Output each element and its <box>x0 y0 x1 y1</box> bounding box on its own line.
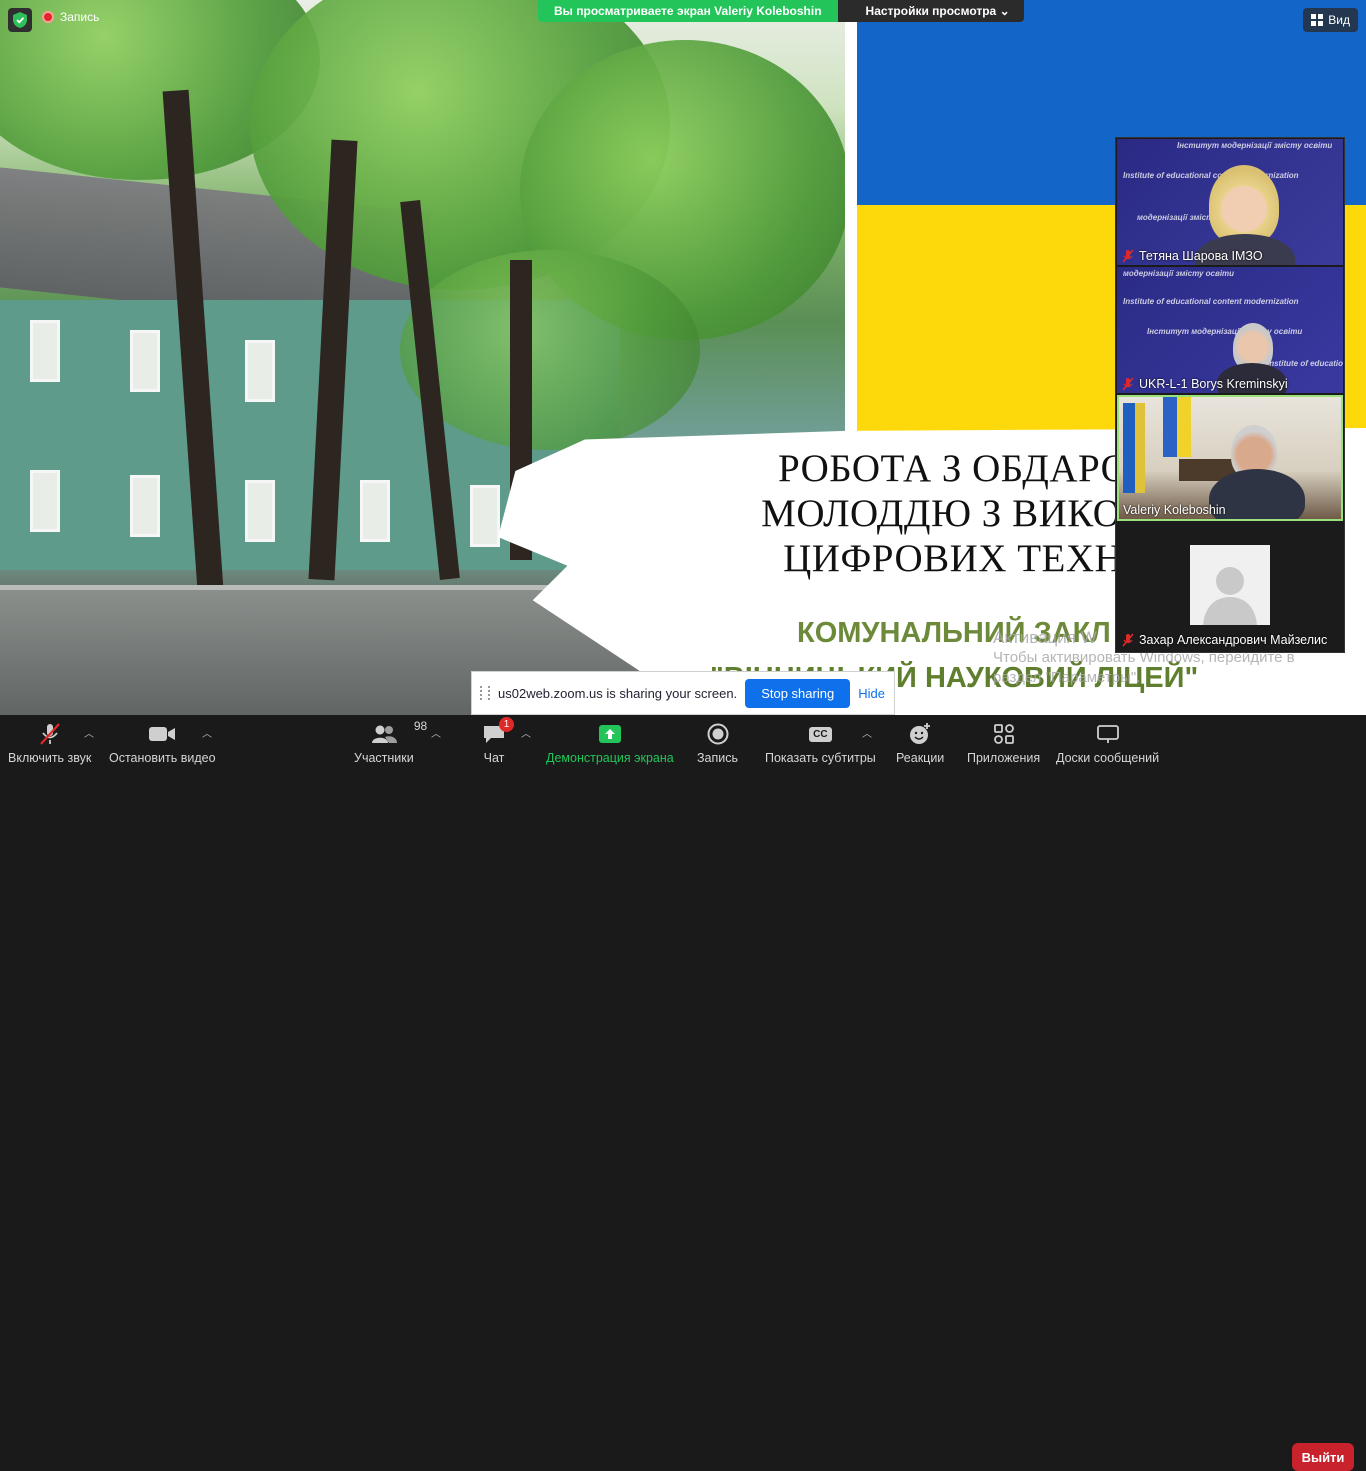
view-options-button[interactable]: Настройки просмотра ⌄ <box>837 0 1024 22</box>
share-banner: Вы просматриваете экран Valeriy Kolebosh… <box>538 0 1024 22</box>
default-user-icon <box>1203 567 1257 625</box>
participant-name-text: Захар Александрович Майзелис <box>1139 633 1328 647</box>
record-dot-icon <box>42 11 54 23</box>
virtual-background-text: Institute of educational content moderni… <box>1123 297 1299 306</box>
stop-sharing-button[interactable]: Stop sharing <box>745 678 851 708</box>
closed-captions-icon: CC <box>809 726 832 742</box>
participants-button[interactable]: 98 Участники <box>354 719 427 765</box>
recording-indicator[interactable]: Запись <box>42 10 99 24</box>
smiley-add-icon <box>910 723 931 744</box>
virtual-background-text: Institute of educational content moderni… <box>1123 171 1299 180</box>
virtual-background-text: Інститут модернізації змісту освіти <box>1147 327 1303 336</box>
record-label: Запись <box>697 751 739 765</box>
drag-handle-icon[interactable] <box>480 686 490 700</box>
record-button[interactable]: Запись <box>697 721 738 765</box>
chevron-up-icon[interactable]: ︿ <box>84 725 94 740</box>
video-camera-icon <box>149 727 176 741</box>
chat-label: Чат <box>483 751 505 765</box>
virtual-background-text: Institute of education <box>1267 359 1343 368</box>
chevron-up-icon[interactable]: ︿ <box>431 725 441 740</box>
chat-unread-badge: 1 <box>499 717 514 732</box>
participant-tile[interactable]: Інститут модернізації змісту освіти Inst… <box>1117 139 1343 265</box>
stop-video-button[interactable]: Остановить видео <box>109 721 216 765</box>
grid-icon <box>1311 14 1324 26</box>
view-button[interactable]: Вид <box>1303 8 1358 32</box>
mic-muted-icon <box>1122 249 1134 263</box>
mic-muted-icon <box>1122 377 1134 391</box>
participant-name-text: Valeriy Koleboshin <box>1123 503 1226 517</box>
mic-muted-icon <box>39 723 60 745</box>
virtual-background-text: модернізації змісту освіти <box>1123 269 1235 278</box>
captions-label: Показать субтитры <box>765 751 876 765</box>
hide-button[interactable]: Hide <box>858 686 885 701</box>
screen-sharing-toast: us02web.zoom.us is sharing your screen. … <box>471 671 895 715</box>
view-label: Вид <box>1328 13 1350 27</box>
participants-count: 98 <box>413 719 428 733</box>
apps-icon <box>993 724 1014 744</box>
chevron-up-icon[interactable]: ︿ <box>521 725 531 740</box>
participant-name: Захар Александрович Майзелис <box>1121 633 1327 647</box>
video-label: Остановить видео <box>109 751 216 765</box>
participant-name-text: Тетяна Шарова ІМЗО <box>1139 249 1263 263</box>
chat-button[interactable]: 1 Чат <box>482 717 514 765</box>
watermark-line-3: раздел "Параметры". <box>993 669 1141 686</box>
chevron-up-icon[interactable]: ︿ <box>202 725 212 740</box>
apps-label: Приложения <box>967 751 1041 765</box>
unmute-label: Включить звук <box>8 751 92 765</box>
chevron-down-icon: ⌄ <box>999 4 1010 18</box>
view-options-label: Настройки просмотра <box>865 4 997 18</box>
whiteboards-label: Доски сообщений <box>1056 751 1160 765</box>
participant-name: UKR-L-1 Borys Kreminskyi <box>1121 377 1288 391</box>
unmute-button[interactable]: Включить звук <box>8 721 91 765</box>
whiteboard-icon <box>1096 725 1119 743</box>
participant-tile[interactable]: модернізації змісту освіти Institute of … <box>1117 267 1343 393</box>
leave-meeting-button[interactable]: Выйти <box>1292 1443 1354 1471</box>
reactions-button[interactable]: Реакции <box>896 721 944 765</box>
share-screen-icon <box>598 725 621 743</box>
apps-button[interactable]: Приложения <box>967 721 1040 765</box>
mic-muted-icon <box>1122 633 1134 647</box>
show-captions-button[interactable]: CC Показать субтитры <box>765 721 876 765</box>
participant-name: Тетяна Шарова ІМЗО <box>1121 249 1263 263</box>
virtual-background-text: Інститут модернізації змісту освіти <box>1177 141 1333 150</box>
whiteboards-button[interactable]: Доски сообщений <box>1056 721 1159 765</box>
chevron-up-icon[interactable]: ︿ <box>862 725 872 740</box>
participant-name-text: UKR-L-1 Borys Kreminskyi <box>1139 377 1288 391</box>
share-screen-button[interactable]: Демонстрация экрана <box>546 721 674 765</box>
participant-panel: Інститут модернізації змісту освіти Inst… <box>1115 137 1345 653</box>
shield-icon[interactable] <box>8 8 32 32</box>
participant-tile[interactable]: Захар Александрович Майзелис <box>1117 523 1343 649</box>
reactions-label: Реакции <box>896 751 945 765</box>
avatar <box>1190 545 1270 625</box>
recording-label: Запись <box>60 10 100 24</box>
record-icon <box>707 723 728 745</box>
sharing-message: us02web.zoom.us is sharing your screen. <box>498 685 738 701</box>
meeting-toolbar: Включить звук ︿ Остановить видео ︿ 98 Уч… <box>0 715 1366 1471</box>
share-banner-text: Вы просматриваете экран Valeriy Kolebosh… <box>538 0 838 22</box>
participant-name: Valeriy Koleboshin <box>1123 503 1226 517</box>
participants-icon <box>371 725 397 743</box>
participant-tile-active-speaker[interactable]: Valeriy Koleboshin <box>1117 395 1343 521</box>
participants-label: Участники <box>354 751 414 765</box>
shared-screen: РОБОТА З ОБДАРОВА МОЛОДДЮ З ВИКОРИС ЦИФР… <box>0 0 1366 715</box>
share-screen-label: Демонстрация экрана <box>546 751 674 765</box>
